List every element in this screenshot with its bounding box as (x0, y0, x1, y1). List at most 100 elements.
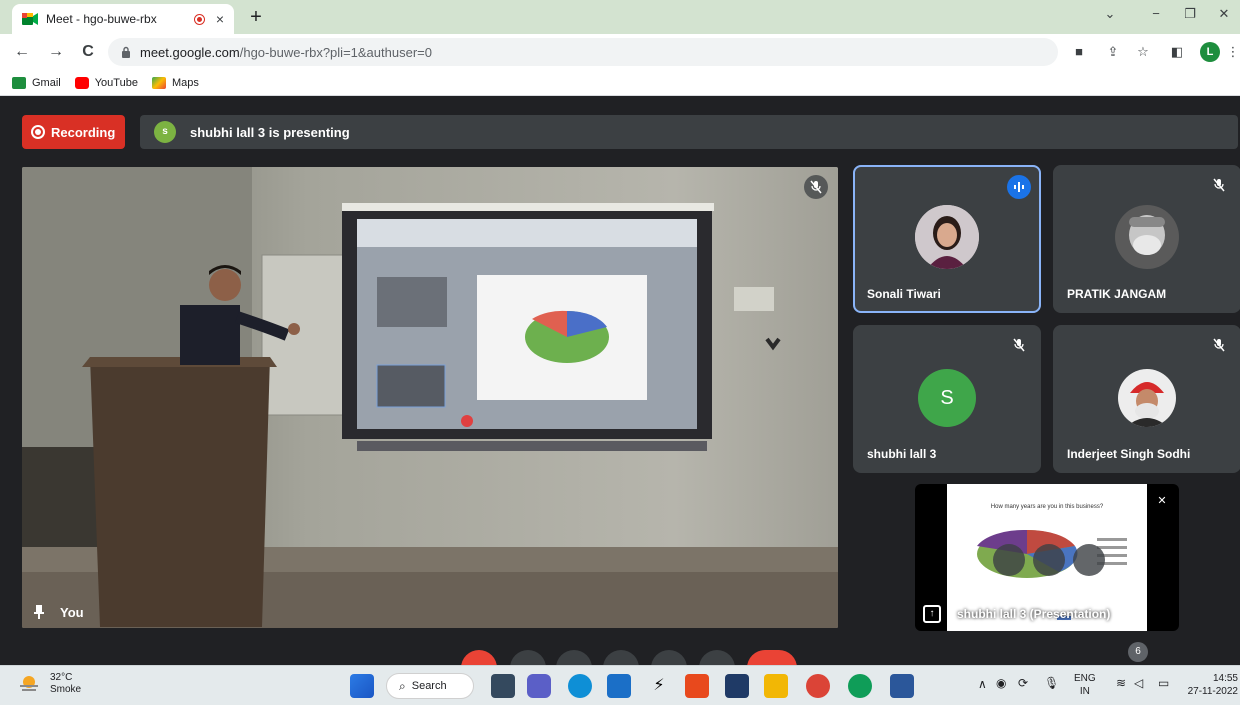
self-name: You (60, 604, 84, 620)
back-arrow-icon[interactable]: ← (12, 42, 32, 62)
region-code: IN (1079, 686, 1090, 697)
clock[interactable]: 14:55 27-11-2022 (1186, 672, 1238, 698)
self-video-tile[interactable]: You (22, 167, 838, 628)
participant-name: Inderjeet Singh Sodhi (1067, 447, 1191, 461)
sync-icon[interactable]: ⟳ (1018, 677, 1028, 690)
presenting-text: shubhi lall 3 is presenting (190, 124, 350, 140)
mic-off-icon (1207, 173, 1231, 197)
browser-tab-meet[interactable]: Meet - hgo-buwe-rbx × (12, 4, 234, 34)
time: 14:55 (1212, 673, 1238, 684)
avatar (1118, 369, 1176, 427)
file-explorer-icon[interactable] (764, 674, 788, 698)
mic-off-icon (1207, 333, 1231, 357)
participant-tile-shubhi[interactable]: S shubhi lall 3 (853, 325, 1041, 473)
recording-button[interactable]: Recording (22, 115, 125, 149)
teams-chat-icon[interactable] (527, 674, 551, 698)
tab-search-icon[interactable]: ⌄ (1098, 6, 1122, 22)
weather-condition: Smoke (50, 684, 82, 695)
mic-off-icon (1007, 333, 1031, 357)
search-label: Search (411, 680, 447, 692)
search-icon: ⌕ (399, 678, 406, 693)
store-icon[interactable] (725, 674, 749, 698)
record-icon (31, 125, 45, 139)
reload-icon[interactable]: C (78, 42, 98, 62)
url-path: /hgo-buwe-rbx?pli=1&authuser=0 (239, 44, 432, 60)
battery-icon[interactable]: ▭ (1158, 677, 1169, 690)
avatar (915, 205, 979, 269)
mail-icon[interactable] (607, 674, 631, 698)
participant-name: shubhi lall 3 (867, 447, 937, 461)
recording-label: Recording (51, 124, 116, 140)
pin-icon (34, 605, 44, 619)
presentation-label: shubhi lall 3 (Presentation) (957, 607, 1111, 621)
presentation-tile[interactable]: How many years are you in this business?… (915, 484, 1179, 631)
mute-icon[interactable] (1033, 544, 1065, 576)
language-indicator[interactable]: ENG IN (1074, 672, 1096, 698)
avatar (1115, 205, 1179, 269)
google-meet-icon (22, 13, 38, 25)
taskbar-search[interactable]: ⌕ Search (386, 673, 474, 699)
task-view-icon[interactable] (491, 674, 515, 698)
side-panel-icon[interactable]: ◧ (1168, 43, 1186, 61)
date: 27-11-2022 (1187, 686, 1238, 697)
windows-start-icon[interactable] (350, 674, 374, 698)
lock-icon (122, 46, 130, 58)
presenting-banner: s shubhi lall 3 is presenting (140, 115, 1238, 149)
bookmark-star-icon[interactable]: ☆ (1134, 43, 1152, 61)
volume-off-icon: ✕ (1157, 495, 1167, 507)
close-window-button[interactable]: ✕ (1212, 6, 1236, 22)
bookmark-label: Maps (171, 76, 199, 89)
url-host: meet.google.com (140, 44, 240, 60)
microphone-icon[interactable]: 🎙 (1044, 677, 1059, 690)
gmail-icon (12, 76, 26, 89)
weather-widget[interactable]: 32°C Smoke (18, 672, 81, 696)
minimize-button[interactable]: − (1144, 6, 1168, 21)
tab-title: Meet - hgo-buwe-rbx (46, 12, 157, 26)
participant-name: PRATIK JANGAM (1067, 287, 1167, 301)
word-icon[interactable] (890, 674, 914, 698)
lang-code: ENG (1074, 673, 1096, 684)
pin-icon[interactable] (993, 544, 1025, 576)
show-hidden-icons[interactable]: ∧ (978, 678, 987, 691)
present-screen-icon: ↑ (923, 605, 941, 623)
camera-in-use-icon[interactable]: ■ (1070, 43, 1088, 61)
tab-strip: Meet - hgo-buwe-rbx × + ⌄ − ❐ ✕ (0, 0, 1240, 34)
mic-off-icon (804, 175, 828, 199)
weather-haze-icon (20, 676, 38, 691)
maps-icon (151, 76, 166, 89)
browser-toolbar: ← → C meet.google.com/hgo-buwe-rbx?pli=1… (0, 34, 1240, 70)
profile-avatar[interactable]: L (1200, 42, 1220, 62)
network-app-icon[interactable]: ◉ (996, 677, 1006, 690)
bookmark-gmail[interactable]: Gmail (12, 76, 61, 89)
wifi-icon[interactable]: ≋ (1116, 677, 1126, 690)
bookmarks-bar: Gmail YouTube Maps (0, 70, 1240, 96)
menu-kebab-icon[interactable]: ⋮ (1224, 43, 1240, 61)
participant-tile-inderjeet[interactable]: Inderjeet Singh Sodhi (1053, 325, 1240, 473)
edge-icon[interactable] (568, 674, 592, 698)
address-bar[interactable]: meet.google.com/hgo-buwe-rbx?pli=1&authu… (108, 38, 1058, 66)
winamp-icon[interactable]: ⚡ (647, 674, 671, 698)
participant-tile-sonali[interactable]: Sonali Tiwari (853, 165, 1041, 313)
windows-taskbar: 32°C Smoke ⌕ Search ⚡ ∧ ◉ ⟳ 🎙 ENG IN ≋ ◁… (0, 665, 1240, 705)
recording-indicator-icon (194, 14, 204, 24)
speaking-indicator-icon (1007, 175, 1031, 199)
bookmark-label: Gmail (32, 76, 61, 89)
chrome-icon[interactable] (806, 674, 830, 698)
new-tab-button[interactable]: + (244, 6, 268, 30)
youtube-icon (74, 76, 89, 89)
classroom-video-frame (22, 167, 838, 628)
chrome-profile-icon[interactable] (848, 674, 872, 698)
tab-close-button[interactable]: × (216, 11, 224, 27)
office-icon[interactable] (685, 674, 709, 698)
share-icon[interactable]: ⇪ (1104, 43, 1122, 61)
avatar: S (918, 369, 976, 427)
volume-icon[interactable]: ◁ (1134, 677, 1143, 690)
meet-stage: Recording s shubhi lall 3 is presenting (0, 97, 1240, 686)
participant-tile-pratik[interactable]: PRATIK JANGAM (1053, 165, 1240, 313)
self-tile-label: You (32, 604, 84, 620)
forward-arrow-icon[interactable]: → (46, 42, 66, 62)
restore-button[interactable]: ❐ (1178, 6, 1202, 22)
bookmark-maps[interactable]: Maps (151, 76, 199, 89)
remove-icon[interactable] (1073, 544, 1105, 576)
bookmark-youtube[interactable]: YouTube (74, 76, 138, 89)
